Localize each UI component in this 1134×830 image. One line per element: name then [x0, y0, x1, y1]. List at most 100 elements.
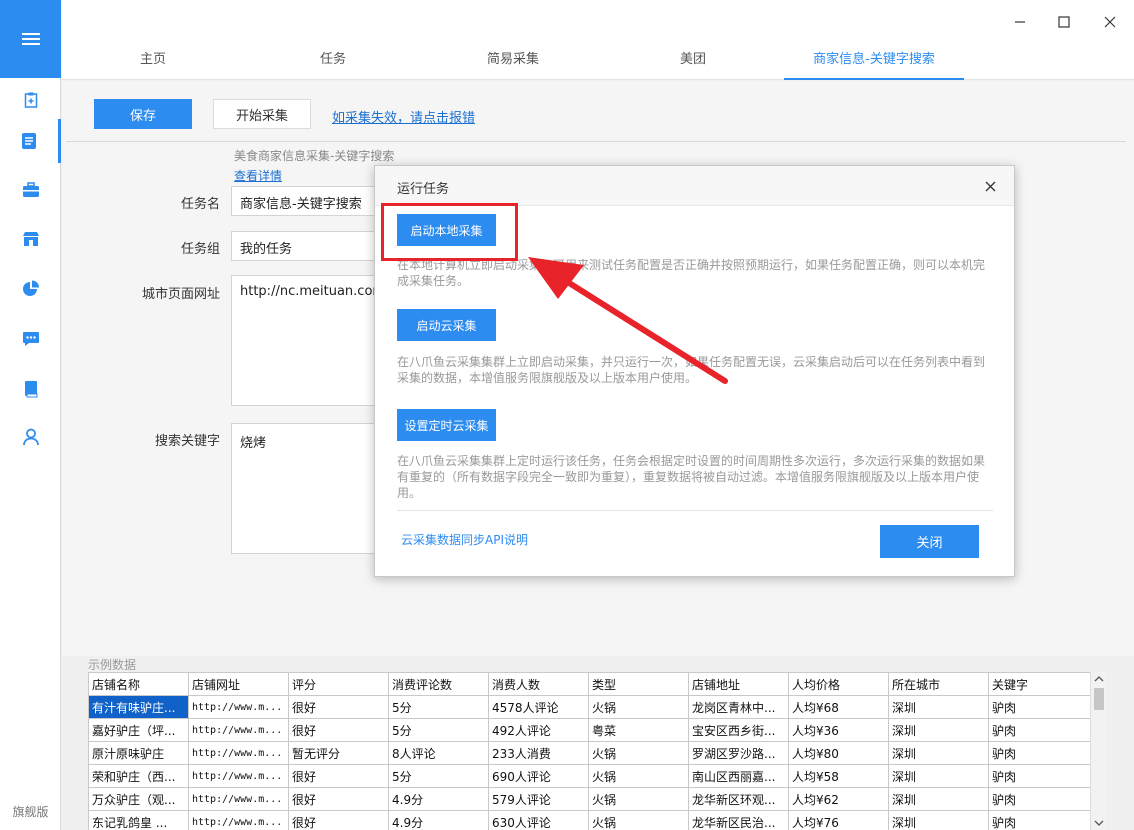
- table-cell[interactable]: 嘉好驴庄（坪...: [88, 718, 189, 742]
- table-cell[interactable]: 驴肉: [988, 810, 1091, 830]
- minimize-button[interactable]: [1008, 10, 1032, 34]
- start-cloud-collect-button[interactable]: 启动云采集: [397, 309, 496, 341]
- column-header[interactable]: 类型: [588, 672, 689, 696]
- table-cell[interactable]: 人均¥80: [788, 741, 889, 765]
- scrollbar-thumb[interactable]: [1094, 688, 1104, 710]
- table-cell[interactable]: 5分: [388, 764, 489, 788]
- table-cell[interactable]: 火锅: [588, 787, 689, 811]
- table-cell[interactable]: 深圳: [888, 741, 989, 765]
- view-details-link[interactable]: 查看详情: [234, 167, 282, 184]
- table-cell[interactable]: 深圳: [888, 810, 989, 830]
- tab-home[interactable]: 主页: [92, 44, 214, 80]
- table-cell[interactable]: 很好: [288, 810, 389, 830]
- table-row[interactable]: 嘉好驴庄（坪... http://www.m... 很好 5分 492人评论 粤菜 宝安区西…: [88, 718, 1091, 742]
- report-error-link[interactable]: 如采集失效，请点击报错: [332, 107, 475, 126]
- table-cell[interactable]: 630人评论: [488, 810, 589, 830]
- table-cell[interactable]: 人均¥58: [788, 764, 889, 788]
- table-cell[interactable]: 龙岗区青林中...: [688, 695, 789, 719]
- column-header[interactable]: 消费人数: [488, 672, 589, 696]
- sidebar-item-tasks[interactable]: [0, 119, 61, 163]
- table-cell[interactable]: 南山区西丽嘉...: [688, 764, 789, 788]
- sidebar-item-store[interactable]: [0, 217, 61, 261]
- table-cell[interactable]: 很好: [288, 695, 389, 719]
- table-cell[interactable]: 火锅: [588, 810, 689, 830]
- table-cell[interactable]: 龙华新区民治...: [688, 810, 789, 830]
- column-header[interactable]: 所在城市: [888, 672, 989, 696]
- table-cell[interactable]: http://www.m...: [188, 810, 289, 830]
- table-cell[interactable]: 5分: [388, 718, 489, 742]
- sidebar-item-stats[interactable]: [0, 267, 61, 311]
- start-collect-button[interactable]: 开始采集: [213, 99, 311, 129]
- schedule-cloud-collect-button[interactable]: 设置定时云采集: [397, 409, 496, 441]
- table-cell[interactable]: 690人评论: [488, 764, 589, 788]
- table-row[interactable]: 荣和驴庄（西... http://www.m... 很好 5分 690人评论 火锅 南山区西…: [88, 764, 1091, 788]
- maximize-button[interactable]: [1052, 10, 1076, 34]
- tab-merchant-keyword-search[interactable]: 商家信息-关键字搜索: [784, 44, 964, 80]
- keyword-textarea[interactable]: 烧烤: [231, 423, 391, 554]
- tab-tasks[interactable]: 任务: [272, 44, 394, 80]
- table-cell[interactable]: 4.9分: [388, 810, 489, 830]
- dialog-close-action-button[interactable]: 关闭: [880, 525, 979, 558]
- tab-meituan[interactable]: 美团: [632, 44, 754, 80]
- table-cell[interactable]: 暂无评分: [288, 741, 389, 765]
- table-cell[interactable]: 驴肉: [988, 718, 1091, 742]
- table-cell[interactable]: 4578人评论: [488, 695, 589, 719]
- table-row[interactable]: 有汁有味驴庄... http://www.m... 很好 5分 4578人评论 火锅 龙岗区…: [88, 695, 1091, 719]
- table-row[interactable]: 万众驴庄（观... http://www.m... 很好 4.9分 579人评论 火锅 龙华…: [88, 787, 1091, 811]
- table-cell[interactable]: 4.9分: [388, 787, 489, 811]
- dialog-close-button[interactable]: [980, 176, 1000, 196]
- table-cell[interactable]: 荣和驴庄（西...: [88, 764, 189, 788]
- table-cell[interactable]: 深圳: [888, 718, 989, 742]
- table-cell[interactable]: 有汁有味驴庄...: [88, 695, 189, 719]
- table-cell[interactable]: http://www.m...: [188, 764, 289, 788]
- table-cell[interactable]: 深圳: [888, 764, 989, 788]
- sidebar-item-tools[interactable]: [0, 168, 61, 212]
- cloud-api-doc-link[interactable]: 云采集数据同步API说明: [401, 531, 528, 548]
- table-cell[interactable]: http://www.m...: [188, 695, 289, 719]
- table-cell[interactable]: 驴肉: [988, 764, 1091, 788]
- table-cell[interactable]: 深圳: [888, 695, 989, 719]
- table-cell[interactable]: http://www.m...: [188, 718, 289, 742]
- table-row[interactable]: 原汁原味驴庄 http://www.m... 暂无评分 8人评论 233人消费 火锅 罗湖区…: [88, 741, 1091, 765]
- sidebar-item-messages[interactable]: [0, 317, 61, 361]
- menu-button[interactable]: [0, 0, 61, 78]
- table-cell[interactable]: 龙华新区环观...: [688, 787, 789, 811]
- table-cell[interactable]: 很好: [288, 764, 389, 788]
- table-cell[interactable]: http://www.m...: [188, 741, 289, 765]
- column-header[interactable]: 人均价格: [788, 672, 889, 696]
- task-group-select[interactable]: 我的任务: [231, 231, 391, 261]
- column-header[interactable]: 关键字: [988, 672, 1091, 696]
- scroll-down-icon[interactable]: [1094, 819, 1104, 827]
- table-cell[interactable]: 驴肉: [988, 695, 1091, 719]
- table-cell[interactable]: 火锅: [588, 695, 689, 719]
- table-cell[interactable]: 东记乳鸽皇 ...: [88, 810, 189, 830]
- table-cell[interactable]: 万众驴庄（观...: [88, 787, 189, 811]
- table-cell[interactable]: 很好: [288, 787, 389, 811]
- table-cell[interactable]: 492人评论: [488, 718, 589, 742]
- table-cell[interactable]: 很好: [288, 718, 389, 742]
- table-cell[interactable]: 罗湖区罗沙路...: [688, 741, 789, 765]
- table-cell[interactable]: 8人评论: [388, 741, 489, 765]
- sample-data-table[interactable]: 店铺名称 店铺网址 评分 消费评论数 消费人数 类型 店铺地址 人均价格 所在城市 关键字 有汁有…: [88, 672, 1091, 830]
- sidebar-item-new-task[interactable]: [0, 78, 61, 122]
- table-cell[interactable]: 火锅: [588, 764, 689, 788]
- city-url-textarea[interactable]: http://nc.meituan.com: [231, 275, 391, 406]
- scroll-up-icon[interactable]: [1094, 675, 1104, 683]
- table-cell[interactable]: 原汁原味驴庄: [88, 741, 189, 765]
- table-cell[interactable]: 人均¥68: [788, 695, 889, 719]
- sidebar-item-tutorials[interactable]: [0, 367, 61, 411]
- table-cell[interactable]: 粤菜: [588, 718, 689, 742]
- table-cell[interactable]: 驴肉: [988, 741, 1091, 765]
- tab-simple-collect[interactable]: 简易采集: [452, 44, 574, 80]
- table-cell[interactable]: 人均¥36: [788, 718, 889, 742]
- table-cell[interactable]: 宝安区西乡街...: [688, 718, 789, 742]
- task-name-input[interactable]: 商家信息-关键字搜索: [231, 186, 391, 216]
- table-cell[interactable]: 驴肉: [988, 787, 1091, 811]
- sidebar-item-account[interactable]: [0, 415, 61, 459]
- column-header[interactable]: 店铺名称: [88, 672, 189, 696]
- table-cell[interactable]: 人均¥76: [788, 810, 889, 830]
- table-cell[interactable]: 人均¥62: [788, 787, 889, 811]
- column-header[interactable]: 消费评论数: [388, 672, 489, 696]
- table-cell[interactable]: 233人消费: [488, 741, 589, 765]
- window-close-button[interactable]: [1098, 10, 1122, 34]
